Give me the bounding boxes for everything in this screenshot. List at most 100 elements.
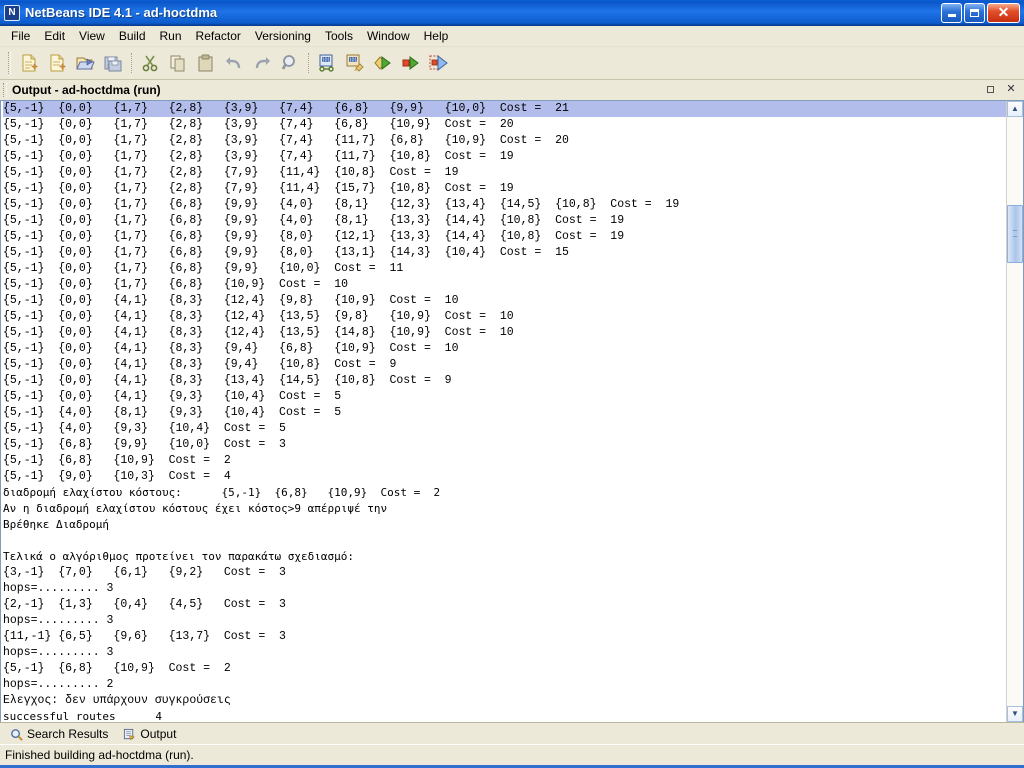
menu-run[interactable]: Run (153, 27, 189, 45)
output-icon (124, 728, 136, 740)
output-console[interactable]: {5,-1} {0,0} {1,7} {2,8} {3,9} {7,4} {6,… (1, 101, 1006, 723)
output-line[interactable]: {11,-1} {6,5} {9,6} {13,7} Cost = 3 (3, 629, 1006, 645)
output-window-header: Output - ad-hoctdma (run) ✕ (0, 80, 1024, 100)
cut-icon[interactable] (136, 50, 164, 77)
output-line[interactable]: {5,-1} {0,0} {1,7} {6,8} {9,9} {4,0} {8,… (3, 213, 1006, 229)
output-line[interactable]: {5,-1} {9,0} {10,3} Cost = 4 (3, 469, 1006, 485)
window-title: NetBeans IDE 4.1 - ad-hoctdma (25, 5, 218, 20)
output-line[interactable]: {5,-1} {0,0} {4,1} {8,3} {12,4} {13,5} {… (3, 309, 1006, 325)
menu-edit[interactable]: Edit (37, 27, 72, 45)
status-bar: Finished building ad-hoctdma (run). (0, 744, 1024, 766)
output-window-grip[interactable] (3, 82, 7, 97)
output-line[interactable]: hops=......... 3 (3, 581, 1006, 597)
output-line[interactable]: {5,-1} {0,0} {1,7} {2,8} {3,9} {7,4} {11… (3, 149, 1006, 165)
output-tab-bar: Search Results Output (0, 722, 1024, 745)
restore-button[interactable] (964, 2, 985, 23)
output-line[interactable]: {5,-1} {0,0} {1,7} {6,8} {9,9} {10,0} Co… (3, 261, 1006, 277)
svg-text:101: 101 (322, 57, 331, 63)
open-project-icon[interactable] (71, 50, 99, 77)
tab-search-results-label: Search Results (27, 727, 109, 742)
output-line[interactable]: {5,-1} {0,0} {1,7} {6,8} {10,9} Cost = 1… (3, 277, 1006, 293)
output-line[interactable]: {5,-1} {6,8} {10,9} Cost = 2 (3, 661, 1006, 677)
output-line[interactable]: hops=......... 3 (3, 645, 1006, 661)
scroll-up-button[interactable]: ▲ (1007, 101, 1023, 117)
menu-versioning[interactable]: Versioning (248, 27, 318, 45)
output-line[interactable]: {5,-1} {0,0} {4,1} {8,3} {12,4} {13,5} {… (3, 325, 1006, 341)
new-file-icon[interactable] (15, 50, 43, 77)
output-vertical-scrollbar[interactable]: ▲ ▼ (1006, 101, 1023, 723)
build-project-icon[interactable]: 101 (313, 50, 341, 77)
netbeans-window: N NetBeans IDE 4.1 - ad-hoctdma ✕ File E… (0, 0, 1024, 768)
minimize-button[interactable] (941, 2, 962, 23)
chevron-up-icon: ▲ (1011, 104, 1019, 113)
output-line[interactable]: {5,-1} {0,0} {1,7} {2,8} {7,9} {11,4} {1… (3, 165, 1006, 181)
netbeans-icon: N (4, 4, 20, 21)
menu-view[interactable]: View (72, 27, 112, 45)
new-project-icon[interactable] (43, 50, 71, 77)
output-line[interactable]: Αν η διαδρομή ελαχίστου κόστους έχει κόσ… (3, 501, 1006, 517)
output-line[interactable]: {5,-1} {0,0} {4,1} {9,3} {10,4} Cost = 5 (3, 389, 1006, 405)
debug-project-icon[interactable] (425, 50, 453, 77)
output-line[interactable]: {5,-1} {6,8} {9,9} {10,0} Cost = 3 (3, 437, 1006, 453)
menu-bar: File Edit View Build Run Refactor Versio… (0, 26, 1024, 47)
output-line[interactable]: {5,-1} {0,0} {4,1} {8,3} {9,4} {6,8} {10… (3, 341, 1006, 357)
output-line[interactable]: {5,-1} {0,0} {1,7} {6,8} {9,9} {8,0} {13… (3, 245, 1006, 261)
main-toolbar: 101 101 (0, 47, 1024, 80)
output-line[interactable]: hops=......... 2 (3, 677, 1006, 693)
undo-icon[interactable] (220, 50, 248, 77)
close-button[interactable]: ✕ (987, 2, 1020, 23)
menu-file[interactable]: File (4, 27, 37, 45)
tab-output[interactable]: Output (117, 724, 186, 745)
output-line[interactable]: διαδρομή ελαχίστου κόστους: {5,-1} {6,8}… (3, 485, 1006, 501)
magnifier-icon (11, 728, 23, 741)
output-line[interactable]: {5,-1} {4,0} {8,1} {9,3} {10,4} Cost = 5 (3, 405, 1006, 421)
output-line[interactable]: {5,-1} {6,8} {10,9} Cost = 2 (3, 453, 1006, 469)
run-file-icon[interactable] (397, 50, 425, 77)
output-line[interactable]: {5,-1} {0,0} {1,7} {6,8} {9,9} {4,0} {8,… (3, 197, 1006, 213)
redo-icon[interactable] (248, 50, 276, 77)
copy-icon[interactable] (164, 50, 192, 77)
tab-output-label: Output (140, 727, 177, 742)
output-line[interactable]: Βρέθηκε Διαδρομή (3, 517, 1006, 533)
output-line[interactable]: hops=......... 3 (3, 613, 1006, 629)
output-line[interactable]: {5,-1} {4,0} {9,3} {10,4} Cost = 5 (3, 421, 1006, 437)
chevron-down-icon: ▼ (1011, 709, 1019, 719)
paste-icon[interactable] (192, 50, 220, 77)
menu-build[interactable]: Build (112, 27, 153, 45)
status-message: Finished building ad-hoctdma (run). (5, 748, 194, 763)
output-line[interactable]: {5,-1} {0,0} {4,1} {8,3} {9,4} {10,8} Co… (3, 357, 1006, 373)
find-icon[interactable] (276, 50, 304, 77)
scroll-thumb[interactable] (1007, 205, 1023, 263)
output-maximize-button[interactable] (987, 86, 999, 93)
menu-window[interactable]: Window (360, 27, 417, 45)
output-line[interactable]: Ελεγχος: δεν υπάρχουν συγκρούσεις (3, 693, 1006, 709)
output-line[interactable]: {5,-1} {0,0} {4,1} {8,3} {12,4} {9,8} {1… (3, 293, 1006, 309)
output-line[interactable]: {5,-1} {0,0} {1,7} {2,8} {3,9} {7,4} {6,… (3, 101, 1006, 117)
menu-tools[interactable]: Tools (318, 27, 360, 45)
menu-refactor[interactable]: Refactor (189, 27, 248, 45)
output-window-title: Output - ad-hoctdma (run) (12, 82, 161, 97)
toolbar-grip[interactable] (8, 52, 11, 74)
scroll-down-button[interactable]: ▼ (1007, 706, 1023, 723)
output-line[interactable]: {3,-1} {7,0} {6,1} {9,2} Cost = 3 (3, 565, 1006, 581)
output-line[interactable]: successful routes 4 (3, 709, 1006, 722)
save-all-icon[interactable] (99, 50, 127, 77)
scroll-track[interactable] (1007, 117, 1023, 707)
output-close-button[interactable]: ✕ (1005, 84, 1017, 95)
menu-help[interactable]: Help (417, 27, 456, 45)
output-line[interactable]: {5,-1} {0,0} {1,7} {2,8} {3,9} {7,4} {6,… (3, 117, 1006, 133)
output-line[interactable]: {5,-1} {0,0} {4,1} {8,3} {13,4} {14,5} {… (3, 373, 1006, 389)
run-project-icon[interactable] (369, 50, 397, 77)
close-icon: ✕ (997, 4, 1010, 20)
output-line[interactable]: {5,-1} {0,0} {1,7} {2,8} {3,9} {7,4} {11… (3, 133, 1006, 149)
window-controls: ✕ (941, 2, 1022, 23)
output-line[interactable]: {5,-1} {0,0} {1,7} {2,8} {7,9} {11,4} {1… (3, 181, 1006, 197)
output-line[interactable]: {5,-1} {0,0} {1,7} {6,8} {9,9} {8,0} {12… (3, 229, 1006, 245)
tab-search-results[interactable]: Search Results (4, 724, 117, 744)
output-line[interactable] (3, 533, 1006, 549)
output-window-controls: ✕ (987, 84, 1024, 95)
clean-build-icon[interactable]: 101 (341, 50, 369, 77)
output-line[interactable]: {2,-1} {1,3} {0,4} {4,5} Cost = 3 (3, 597, 1006, 613)
restore-icon (970, 8, 979, 17)
output-line[interactable]: Τελικά ο αλγόριθμος προτείνει τον παρακά… (3, 549, 1006, 565)
